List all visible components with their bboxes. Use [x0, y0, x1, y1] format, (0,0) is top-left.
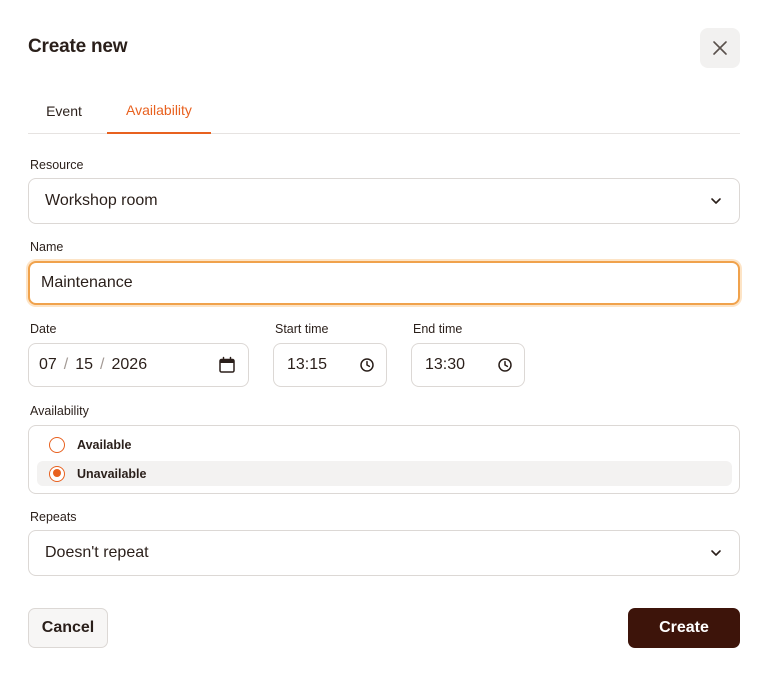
create-new-dialog: Create new Event Availability Resource W… — [0, 0, 768, 684]
tab-availability[interactable]: Availability — [107, 88, 211, 134]
close-icon — [713, 41, 727, 55]
availability-radio-group: Available Unavailable — [28, 425, 740, 494]
radio-button[interactable] — [49, 436, 65, 453]
date-month[interactable]: 07 — [39, 356, 57, 374]
clock-icon[interactable] — [497, 357, 513, 373]
name-label: Name — [30, 240, 64, 254]
end-time-label: End time — [413, 322, 463, 336]
start-time-label: Start time — [275, 322, 329, 336]
date-year[interactable]: 2026 — [112, 356, 148, 374]
dialog-title: Create new — [28, 36, 128, 57]
radio-option-unavailable[interactable]: Unavailable — [37, 461, 732, 486]
date-label: Date — [30, 322, 57, 336]
repeats-label: Repeats — [30, 510, 77, 524]
date-day[interactable]: 15 — [75, 356, 93, 374]
start-time-input[interactable]: 13:15 — [273, 343, 387, 387]
tab-event[interactable]: Event — [28, 88, 100, 134]
close-button[interactable] — [700, 28, 740, 68]
chevron-down-icon — [711, 198, 721, 204]
tab-bar: Event Availability — [28, 88, 740, 134]
resource-select[interactable]: Workshop room — [28, 178, 740, 224]
cancel-button[interactable]: Cancel — [28, 608, 108, 648]
calendar-icon[interactable] — [218, 356, 236, 374]
availability-label: Availability — [30, 404, 89, 418]
repeats-select[interactable]: Doesn't repeat — [28, 530, 740, 576]
radio-label: Unavailable — [77, 466, 147, 481]
chevron-down-icon — [711, 550, 721, 556]
date-separator: / — [100, 356, 105, 373]
name-value: Maintenance — [41, 274, 133, 291]
resource-label: Resource — [30, 158, 84, 172]
end-time-input[interactable]: 13:30 — [411, 343, 525, 387]
date-input[interactable]: 07 / 15 / 2026 — [28, 343, 249, 387]
start-time-value: 13:15 — [287, 356, 328, 373]
radio-button-checked[interactable] — [49, 465, 65, 482]
clock-icon[interactable] — [359, 357, 375, 373]
radio-label: Available — [77, 437, 132, 452]
create-button[interactable]: Create — [628, 608, 740, 648]
end-time-value: 13:30 — [425, 356, 466, 373]
name-input[interactable]: Maintenance — [28, 261, 740, 305]
date-separator: / — [63, 356, 69, 373]
radio-option-available[interactable]: Available — [37, 432, 732, 457]
resource-value: Workshop room — [45, 192, 158, 209]
repeats-value: Doesn't repeat — [45, 544, 149, 561]
